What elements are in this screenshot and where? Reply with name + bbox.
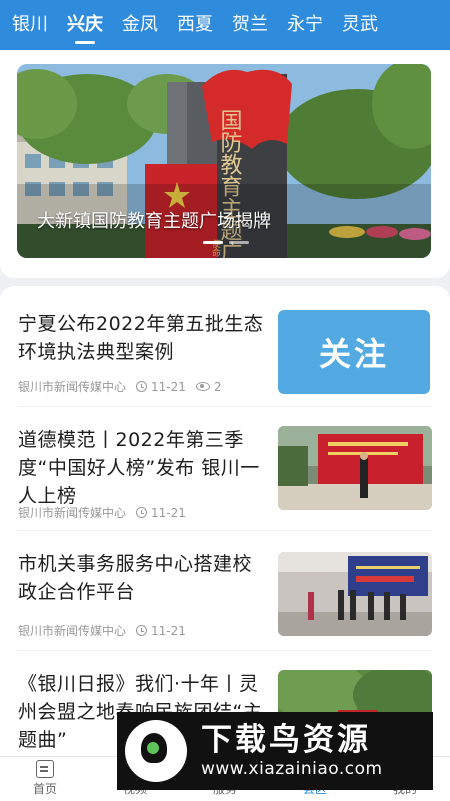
tab-xixia[interactable]: 西夏: [177, 14, 213, 36]
nav-home[interactable]: 首页: [0, 757, 90, 801]
watermark-url: www.xiazainiao.com: [201, 759, 383, 779]
news-thumbnail: [278, 426, 432, 510]
tab-jinfeng[interactable]: 金凤: [122, 14, 158, 36]
news-date: 11-21: [151, 623, 186, 638]
carousel-dot: [229, 241, 249, 244]
district-tab-bar: 银川 兴庆 金凤 西夏 贺兰 永宁 灵武: [0, 0, 450, 50]
news-source: 银川市新闻传媒中心: [18, 624, 127, 638]
tab-xingqing[interactable]: 兴庆: [67, 14, 103, 44]
tab-yongning[interactable]: 永宁: [287, 14, 323, 36]
banner-carousel[interactable]: 国防教育主题广场 使命 大新镇国防教育主题广场揭牌: [17, 64, 431, 258]
home-icon: [36, 760, 54, 778]
clock-icon: [136, 507, 148, 518]
news-thumbnail: [278, 552, 432, 636]
news-meta: 银川市新闻传媒中心 11-21: [18, 622, 186, 639]
news-views: 2: [213, 379, 222, 394]
list-item[interactable]: 市机关事务服务中心搭建校政企合作平台 银川市新闻传媒中心 11-21: [18, 550, 432, 638]
nav-label: 首页: [32, 782, 57, 796]
news-meta: 银川市新闻传媒中心 11-21: [18, 504, 186, 521]
bird-logo-icon: [125, 720, 187, 782]
news-date: 11-21: [151, 379, 186, 394]
clock-icon: [136, 625, 148, 636]
clock-icon: [136, 381, 148, 392]
news-title: 宁夏公布2022年第五批生态环境执法典型案例: [18, 313, 264, 363]
carousel-dot-active: [203, 241, 223, 244]
news-list: 宁夏公布2022年第五批生态环境执法典型案例 银川市新闻传媒中心 11-21 2…: [0, 286, 450, 756]
follow-button[interactable]: 关注: [278, 310, 430, 394]
divider: [18, 650, 432, 651]
eye-icon: [195, 382, 210, 391]
banner-section: 国防教育主题广场 使命 大新镇国防教育主题广场揭牌: [0, 50, 450, 278]
news-title: 市机关事务服务中心搭建校政企合作平台: [18, 553, 253, 603]
watermark-text: 下载鸟资源 www.xiazainiao.com: [201, 722, 383, 780]
divider: [18, 406, 432, 407]
tab-yinchuan[interactable]: 银川: [12, 14, 48, 36]
banner-title: 大新镇国防教育主题广场揭牌: [37, 211, 271, 232]
tab-helan[interactable]: 贺兰: [232, 14, 268, 36]
tab-lingwu[interactable]: 灵武: [342, 14, 378, 36]
news-date: 11-21: [151, 505, 186, 520]
news-source: 银川市新闻传媒中心: [18, 506, 127, 520]
watermark-overlay: 下载鸟资源 www.xiazainiao.com: [117, 712, 433, 790]
divider: [18, 530, 432, 531]
carousel-indicator: [203, 241, 249, 244]
watermark-title: 下载鸟资源: [201, 722, 371, 758]
list-item[interactable]: 道德模范丨2022年第三季度“中国好人榜”发布 银川一人上榜 银川市新闻传媒中心…: [18, 426, 432, 526]
news-meta: 银川市新闻传媒中心 11-21 2: [18, 378, 222, 395]
news-title: 道德模范丨2022年第三季度“中国好人榜”发布 银川一人上榜: [18, 429, 260, 507]
news-source: 银川市新闻传媒中心: [18, 380, 127, 394]
